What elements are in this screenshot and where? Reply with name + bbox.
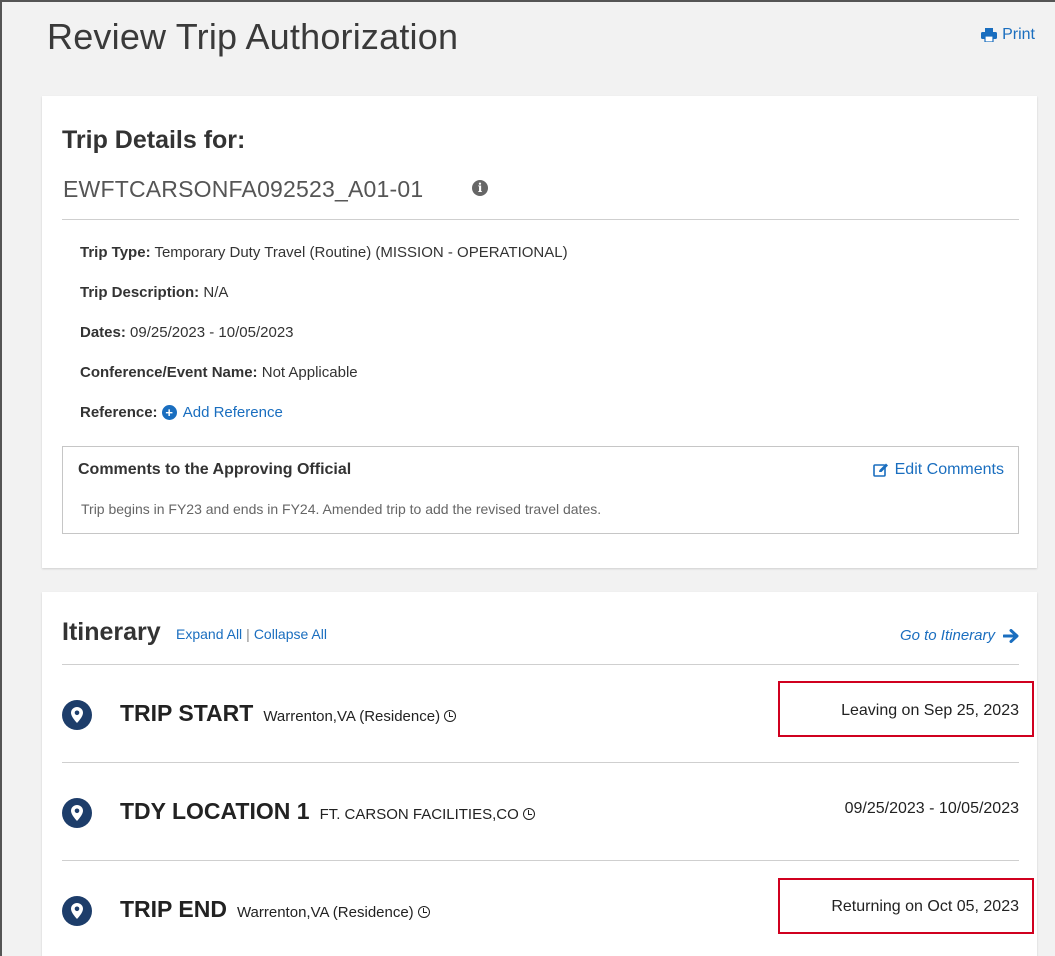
stop-location: FT. CARSON FACILITIES,CO	[319, 806, 519, 823]
comments-title: Comments to the Approving Official	[78, 461, 352, 478]
trip-id: EWFTCARSONFA092523_A01-01	[63, 176, 424, 202]
trip-description-row: Trip Description: N/A	[80, 284, 228, 301]
printer-icon	[981, 28, 998, 42]
edit-icon	[872, 463, 888, 477]
trip-details-card: Trip Details for: EWFTCARSONFA092523_A01…	[42, 96, 1037, 568]
map-pin-icon	[62, 896, 92, 926]
link-separator: |	[246, 626, 250, 642]
trip-type-label: Trip Type:	[80, 244, 151, 261]
stop-name: TDY LOCATION 1	[120, 798, 310, 824]
reference-row: Reference: + Add Reference	[80, 404, 283, 421]
reference-label: Reference:	[80, 404, 158, 421]
map-pin-icon	[62, 700, 92, 730]
conference-label: Conference/Event Name:	[80, 364, 258, 381]
stop-title: TDY LOCATION 1 FT. CARSON FACILITIES,CO	[120, 798, 535, 825]
highlight-box-returning	[778, 878, 1034, 934]
page-frame: Review Trip Authorization Print Trip Det…	[0, 0, 1055, 956]
itinerary-stop-tdy-location-1[interactable]: TDY LOCATION 1 FT. CARSON FACILITIES,CO 0…	[62, 762, 1019, 860]
page-title: Review Trip Authorization	[47, 16, 459, 57]
stop-location: Warrenton,VA (Residence)	[263, 708, 441, 725]
add-reference-link[interactable]: + Add Reference	[161, 404, 283, 421]
clock-icon[interactable]	[444, 710, 457, 722]
clock-icon[interactable]	[522, 808, 535, 820]
go-to-itinerary-label: Go to Itinerary	[899, 627, 995, 644]
go-to-itinerary-link[interactable]: Go to Itinerary	[900, 627, 1019, 644]
stop-title: TRIP END Warrenton,VA (Residence)	[120, 896, 430, 923]
trip-type-value: Temporary Duty Travel (Routine) (MISSION…	[150, 244, 568, 261]
itinerary-heading: Itinerary	[62, 618, 161, 646]
edit-comments-label: Edit Comments	[894, 461, 1004, 478]
trip-description-label: Trip Description:	[80, 284, 200, 301]
trip-type-row: Trip Type: Temporary Duty Travel (Routin…	[80, 244, 568, 261]
plus-circle-icon: +	[161, 405, 177, 420]
highlight-box-leaving	[778, 681, 1034, 737]
stop-location: Warrenton,VA (Residence)	[236, 904, 414, 921]
stop-date: 09/25/2023 - 10/05/2023	[844, 800, 1019, 817]
collapse-all-link[interactable]: Collapse All	[254, 626, 327, 642]
stop-title: TRIP START Warrenton,VA (Residence)	[120, 700, 457, 727]
stop-name: TRIP START	[120, 700, 254, 726]
clock-icon[interactable]	[417, 906, 430, 918]
comments-box: Comments to the Approving Official Edit …	[62, 446, 1019, 534]
dates-row: Dates: 09/25/2023 - 10/05/2023	[80, 324, 294, 341]
dates-value: 09/25/2023 - 10/05/2023	[125, 324, 294, 341]
edit-comments-button[interactable]: Edit Comments	[872, 461, 1004, 479]
info-icon[interactable]: i	[472, 180, 488, 196]
expand-all-link[interactable]: Expand All	[176, 626, 242, 642]
conference-value: Not Applicable	[257, 364, 358, 381]
print-button[interactable]: Print	[981, 26, 1035, 44]
print-label: Print	[1002, 26, 1035, 43]
arrow-right-icon	[1003, 628, 1019, 643]
comments-text: Trip begins in FY23 and ends in FY24. Am…	[81, 501, 602, 517]
dates-label: Dates:	[80, 324, 126, 341]
itinerary-toggle-links: Expand All | Collapse All	[176, 626, 327, 642]
conference-row: Conference/Event Name: Not Applicable	[80, 364, 358, 381]
add-reference-label: Add Reference	[182, 404, 283, 421]
trip-details-heading: Trip Details for:	[62, 126, 246, 154]
map-pin-icon	[62, 798, 92, 828]
details-divider	[62, 219, 1019, 220]
stop-name: TRIP END	[120, 896, 227, 922]
trip-description-value: N/A	[199, 284, 229, 301]
